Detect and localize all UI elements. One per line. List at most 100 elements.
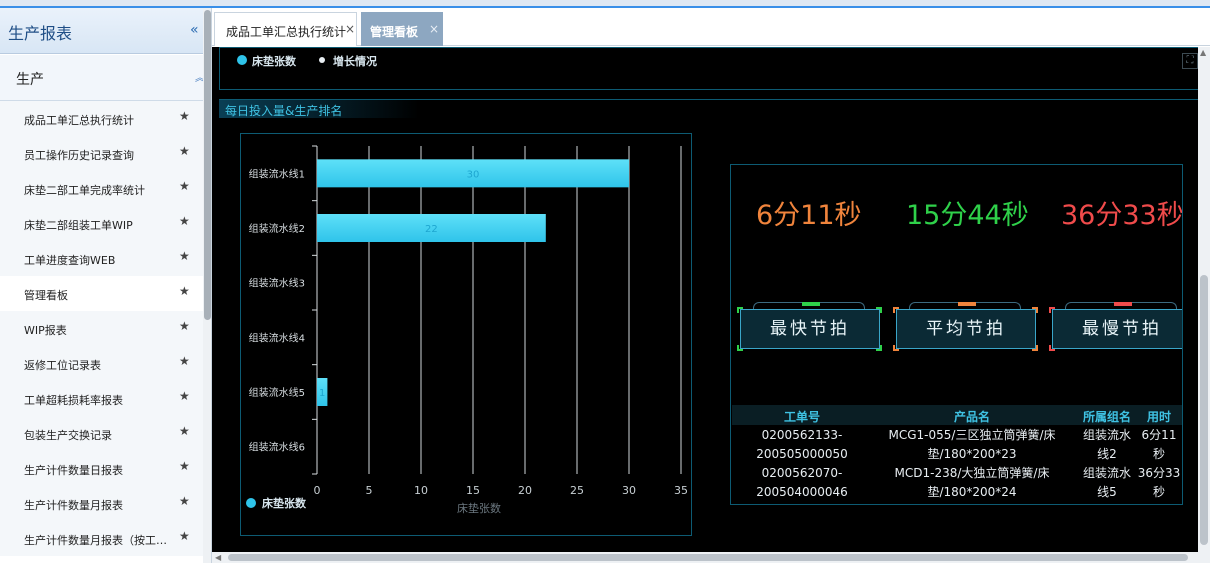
star-icon[interactable]: ★ [179, 494, 190, 508]
cell-order-no: 0200562070- [761, 466, 843, 480]
sidebar-item-2[interactable]: 床垫二部工单完成率统计 ★ [0, 171, 211, 206]
tab-bar: 成品工单汇总执行统计 × 管理看板 × [212, 8, 1210, 46]
section-title: 每日投入量&生产排名 [219, 100, 419, 118]
star-icon[interactable]: ★ [179, 354, 190, 368]
cell-time: 秒 [1152, 447, 1165, 461]
legend-dot-mattress-count [237, 55, 247, 65]
sidebar-item-11[interactable]: 生产计件数量月报表 ★ [0, 486, 211, 521]
x-tick-label: 30 [622, 484, 636, 497]
x-tick-label: 20 [518, 484, 532, 497]
table-header: 工单号 产品名 所属组名 用时 [732, 405, 1182, 425]
cell-product: MCG1-055/三区独立筒弹簧/床 [888, 428, 1056, 442]
x-tick-label: 10 [414, 484, 428, 497]
x-tick-label: 0 [314, 484, 321, 497]
header-time: 用时 [1146, 410, 1171, 424]
star-icon[interactable]: ★ [179, 529, 190, 543]
star-icon[interactable]: ★ [179, 424, 190, 438]
content-vertical-scrollbar[interactable]: ▲ [1198, 47, 1210, 552]
sidebar-item-3[interactable]: 床垫二部组装工单WIP ★ [0, 206, 211, 241]
top-bar [0, 0, 1210, 8]
vertical-scroll-thumb[interactable] [1200, 275, 1208, 545]
cell-group: 线5 [1097, 485, 1117, 499]
x-tick-label: 15 [466, 484, 480, 497]
sidebar-item-10[interactable]: 生产计件数量日报表 ★ [0, 451, 211, 486]
star-icon[interactable]: ★ [179, 389, 190, 403]
tab-finished-order-summary[interactable]: 成品工单汇总执行统计 × [214, 12, 357, 46]
x-tick-label: 5 [366, 484, 373, 497]
star-icon[interactable]: ★ [179, 144, 190, 158]
sidebar-item-label: 生产计件数量月报表 [24, 499, 123, 512]
close-icon[interactable]: × [429, 22, 439, 36]
cell-product: MCD1-238/大独立筒弹簧/床 [894, 466, 1050, 480]
sidebar-item-12[interactable]: 生产计件数量月报表（按工步... ★ [0, 521, 211, 556]
sidebar-group-production[interactable]: 生产 ︽ [0, 55, 211, 101]
sidebar-item-label: 包装生产交换记录 [24, 429, 112, 442]
star-icon[interactable]: ★ [179, 179, 190, 193]
content-horizontal-scrollbar[interactable]: ◀ [212, 552, 1210, 563]
sidebar-item-label: 工单超耗损耗率报表 [24, 394, 123, 407]
section-title-text: 每日投入量&生产排名 [225, 104, 343, 118]
legend-mattress-count[interactable]: 床垫张数 [252, 53, 296, 69]
beat-accent-mark [1114, 302, 1132, 306]
table-row[interactable]: 0200562070- 200504000046 MCD1-238/大独立筒弹簧/床… [732, 464, 1182, 502]
sidebar-item-0[interactable]: 成品工单汇总执行统计 ★ [0, 101, 211, 136]
sidebar-item-label: 成品工单汇总执行统计 [24, 114, 134, 127]
star-icon[interactable]: ★ [179, 249, 190, 263]
dashboard: 床垫张数 增长情况 ⛶ 每日投入量&生产排名 0 5 10 15 20 25 30 35 组装流… [212, 47, 1198, 552]
bar-data-label: 1 [319, 388, 325, 399]
sidebar-menu: 成品工单汇总执行统计 ★ 员工操作历史记录查询 ★ 床垫二部工单完成率统计 ★ 床垫二部组装… [0, 101, 211, 556]
legend-label: 床垫张数 [262, 496, 307, 510]
cell-order-no: 0200562133- [761, 428, 843, 442]
cell-order-no: 200505000050 [756, 447, 848, 461]
star-icon[interactable]: ★ [179, 459, 190, 473]
sidebar-item-6[interactable]: WIP报表 ★ [0, 311, 211, 346]
scroll-left-icon[interactable]: ◀ [215, 553, 221, 562]
y-category-label: 组装流水线5 [249, 386, 305, 399]
scroll-up-icon[interactable]: ▲ [1200, 48, 1206, 57]
sidebar-scrollbar[interactable] [203, 8, 211, 563]
cell-time: 6分11 [1141, 428, 1177, 442]
sidebar-item-label: 管理看板 [24, 289, 68, 302]
sidebar-header: 生产报表 « [0, 8, 211, 54]
sidebar-item-4[interactable]: 工单进度查询WEB ★ [0, 241, 211, 276]
star-icon[interactable]: ★ [179, 319, 190, 333]
slowest-time-value: 36分33秒 [1061, 200, 1183, 231]
beat-button-0[interactable]: 最快节拍 [740, 309, 880, 349]
cell-order-no: 200504000046 [756, 485, 848, 499]
beat-accent-mark [802, 302, 820, 306]
table-row[interactable]: 0200562133- 200505000050 MCG1-055/三区独立筒弹簧/… [732, 426, 1182, 464]
sidebar-item-8[interactable]: 工单超耗损耗率报表 ★ [0, 381, 211, 416]
beat-button-2[interactable]: 最慢节拍 [1052, 309, 1182, 349]
star-icon[interactable]: ★ [179, 214, 190, 228]
bar-chart-box: 0 5 10 15 20 25 30 35 组装流水线1 30 组装流水线2 22 组装流水线3 组装流水… [240, 133, 692, 536]
beat-button-1[interactable]: 平均节拍 [896, 309, 1036, 349]
close-icon[interactable]: × [345, 22, 355, 36]
sidebar: 生产报表 « 生产 ︽ 成品工单汇总执行统计 ★ 员工操作历史记录查询 ★ 床垫二部工单… [0, 8, 212, 563]
cell-time: 秒 [1152, 485, 1165, 499]
cell-group: 组装流水 [1082, 466, 1131, 480]
sidebar-item-9[interactable]: 包装生产交换记录 ★ [0, 416, 211, 451]
ranking-panel: 每日投入量&生产排名 0 5 10 15 20 25 30 35 组装流水线1 30 组装流水线2 2… [219, 99, 1198, 552]
slowest-beat-card: 最慢节拍 [1049, 302, 1182, 351]
star-icon[interactable]: ★ [179, 109, 190, 123]
sidebar-scroll-thumb[interactable] [204, 10, 211, 320]
sidebar-item-1[interactable]: 员工操作历史记录查询 ★ [0, 136, 211, 171]
tab-management-board[interactable]: 管理看板 × [361, 12, 443, 46]
sidebar-item-label: 床垫二部工单完成率统计 [24, 184, 145, 197]
collapse-sidebar-icon[interactable]: « [190, 22, 199, 38]
sidebar-item-label: 生产计件数量日报表 [24, 464, 123, 477]
sidebar-item-label: WIP报表 [24, 324, 67, 337]
bar-data-label: 22 [425, 224, 438, 235]
cell-product: 垫/180*200*23 [927, 447, 1017, 461]
legend-growth[interactable]: 增长情况 [333, 53, 377, 69]
header-group: 所属组名 [1082, 410, 1131, 424]
beat-accent-mark [958, 302, 976, 306]
star-icon[interactable]: ★ [179, 284, 190, 298]
cell-group: 组装流水 [1082, 428, 1131, 442]
horizontal-scroll-thumb[interactable] [228, 554, 1188, 561]
y-category-label: 组装流水线6 [249, 441, 305, 454]
sidebar-item-5[interactable]: 管理看板 ★ [0, 276, 211, 311]
sidebar-item-7[interactable]: 返修工位记录表 ★ [0, 346, 211, 381]
expand-icon[interactable]: ⛶ [1182, 53, 1198, 69]
sidebar-item-label: 工单进度查询WEB [24, 254, 116, 267]
